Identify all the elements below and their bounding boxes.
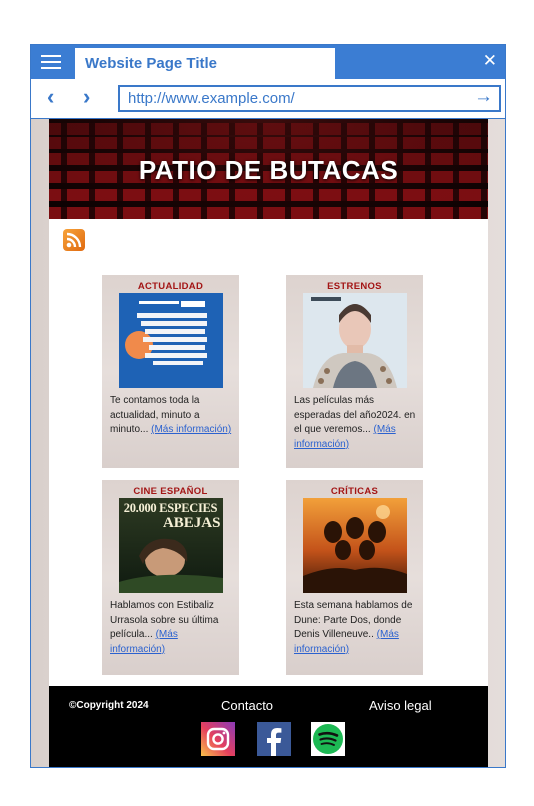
card-description: Las películas más esperadas del año2024.… [292,394,417,452]
card-description: Te contamos toda la actualidad, minuto a… [108,394,233,438]
news-card-cine-espanol: CINE ESPAÑOL 20.000 ESPECIES ABEJAS Habl… [102,480,239,675]
page-body: PATIO DE BUTACAS ACTUALIDAD Te contamos … [49,119,488,767]
copyright-text: ©Copyright 2024 [69,700,149,711]
news-card-criticas: CRÍTICAS Esta semana hablamos de Dune: P… [286,480,423,675]
url-text: http://www.example.com/ [128,90,295,107]
url-input[interactable]: http://www.example.com/ → [118,85,501,112]
rss-icon[interactable] [63,229,85,251]
tab-title: Website Page Title [85,55,217,72]
card-category: CRÍTICAS [330,486,379,497]
forward-icon[interactable]: › [83,84,90,110]
browser-title-bar: Website Page Title ✕ [31,45,505,80]
contact-link[interactable]: Contacto [221,698,273,713]
menu-icon[interactable] [41,55,61,69]
poster-title-line2: ABEJAS [162,515,221,531]
browser-window: Website Page Title ✕ ‹ › http://www.exam… [30,44,506,768]
card-text: Las películas más esperadas del año2024.… [294,395,416,435]
poster-title-line1: 20.000 ESPECIES [123,501,218,515]
card-image[interactable] [302,293,407,388]
news-card-actualidad: ACTUALIDAD Te contamos toda la actualida… [102,275,239,468]
page-viewport: PATIO DE BUTACAS ACTUALIDAD Te contamos … [31,119,505,767]
card-image[interactable]: 20.000 ESPECIES ABEJAS [118,498,223,593]
more-info-link[interactable]: (Más información) [151,424,231,435]
card-image[interactable] [118,293,223,388]
card-category: ESTRENOS [327,281,382,292]
site-banner: PATIO DE BUTACAS [49,119,488,219]
card-category: ACTUALIDAD [137,281,204,292]
facebook-icon[interactable] [257,722,291,756]
site-title: PATIO DE BUTACAS [138,155,399,185]
back-icon[interactable]: ‹ [47,84,54,110]
instagram-icon[interactable] [201,722,235,756]
close-icon[interactable]: ✕ [483,51,497,71]
address-bar: ‹ › http://www.example.com/ → [31,79,505,119]
news-card-estrenos: ESTRENOS Las películas más esperadas del… [286,275,423,468]
card-description: Esta semana hablamos de Dune: Parte Dos,… [292,599,417,657]
legal-notice-link[interactable]: Aviso legal [369,698,432,713]
site-footer: ©Copyright 2024 Contacto Aviso legal [49,686,488,767]
card-image[interactable] [302,498,407,593]
card-category: CINE ESPAÑOL [133,486,208,497]
browser-tab[interactable]: Website Page Title [75,48,335,80]
spotify-icon[interactable] [311,722,345,756]
go-arrow-icon[interactable]: → [474,86,493,108]
card-description: Hablamos con Estibaliz Urrasola sobre su… [108,599,233,657]
